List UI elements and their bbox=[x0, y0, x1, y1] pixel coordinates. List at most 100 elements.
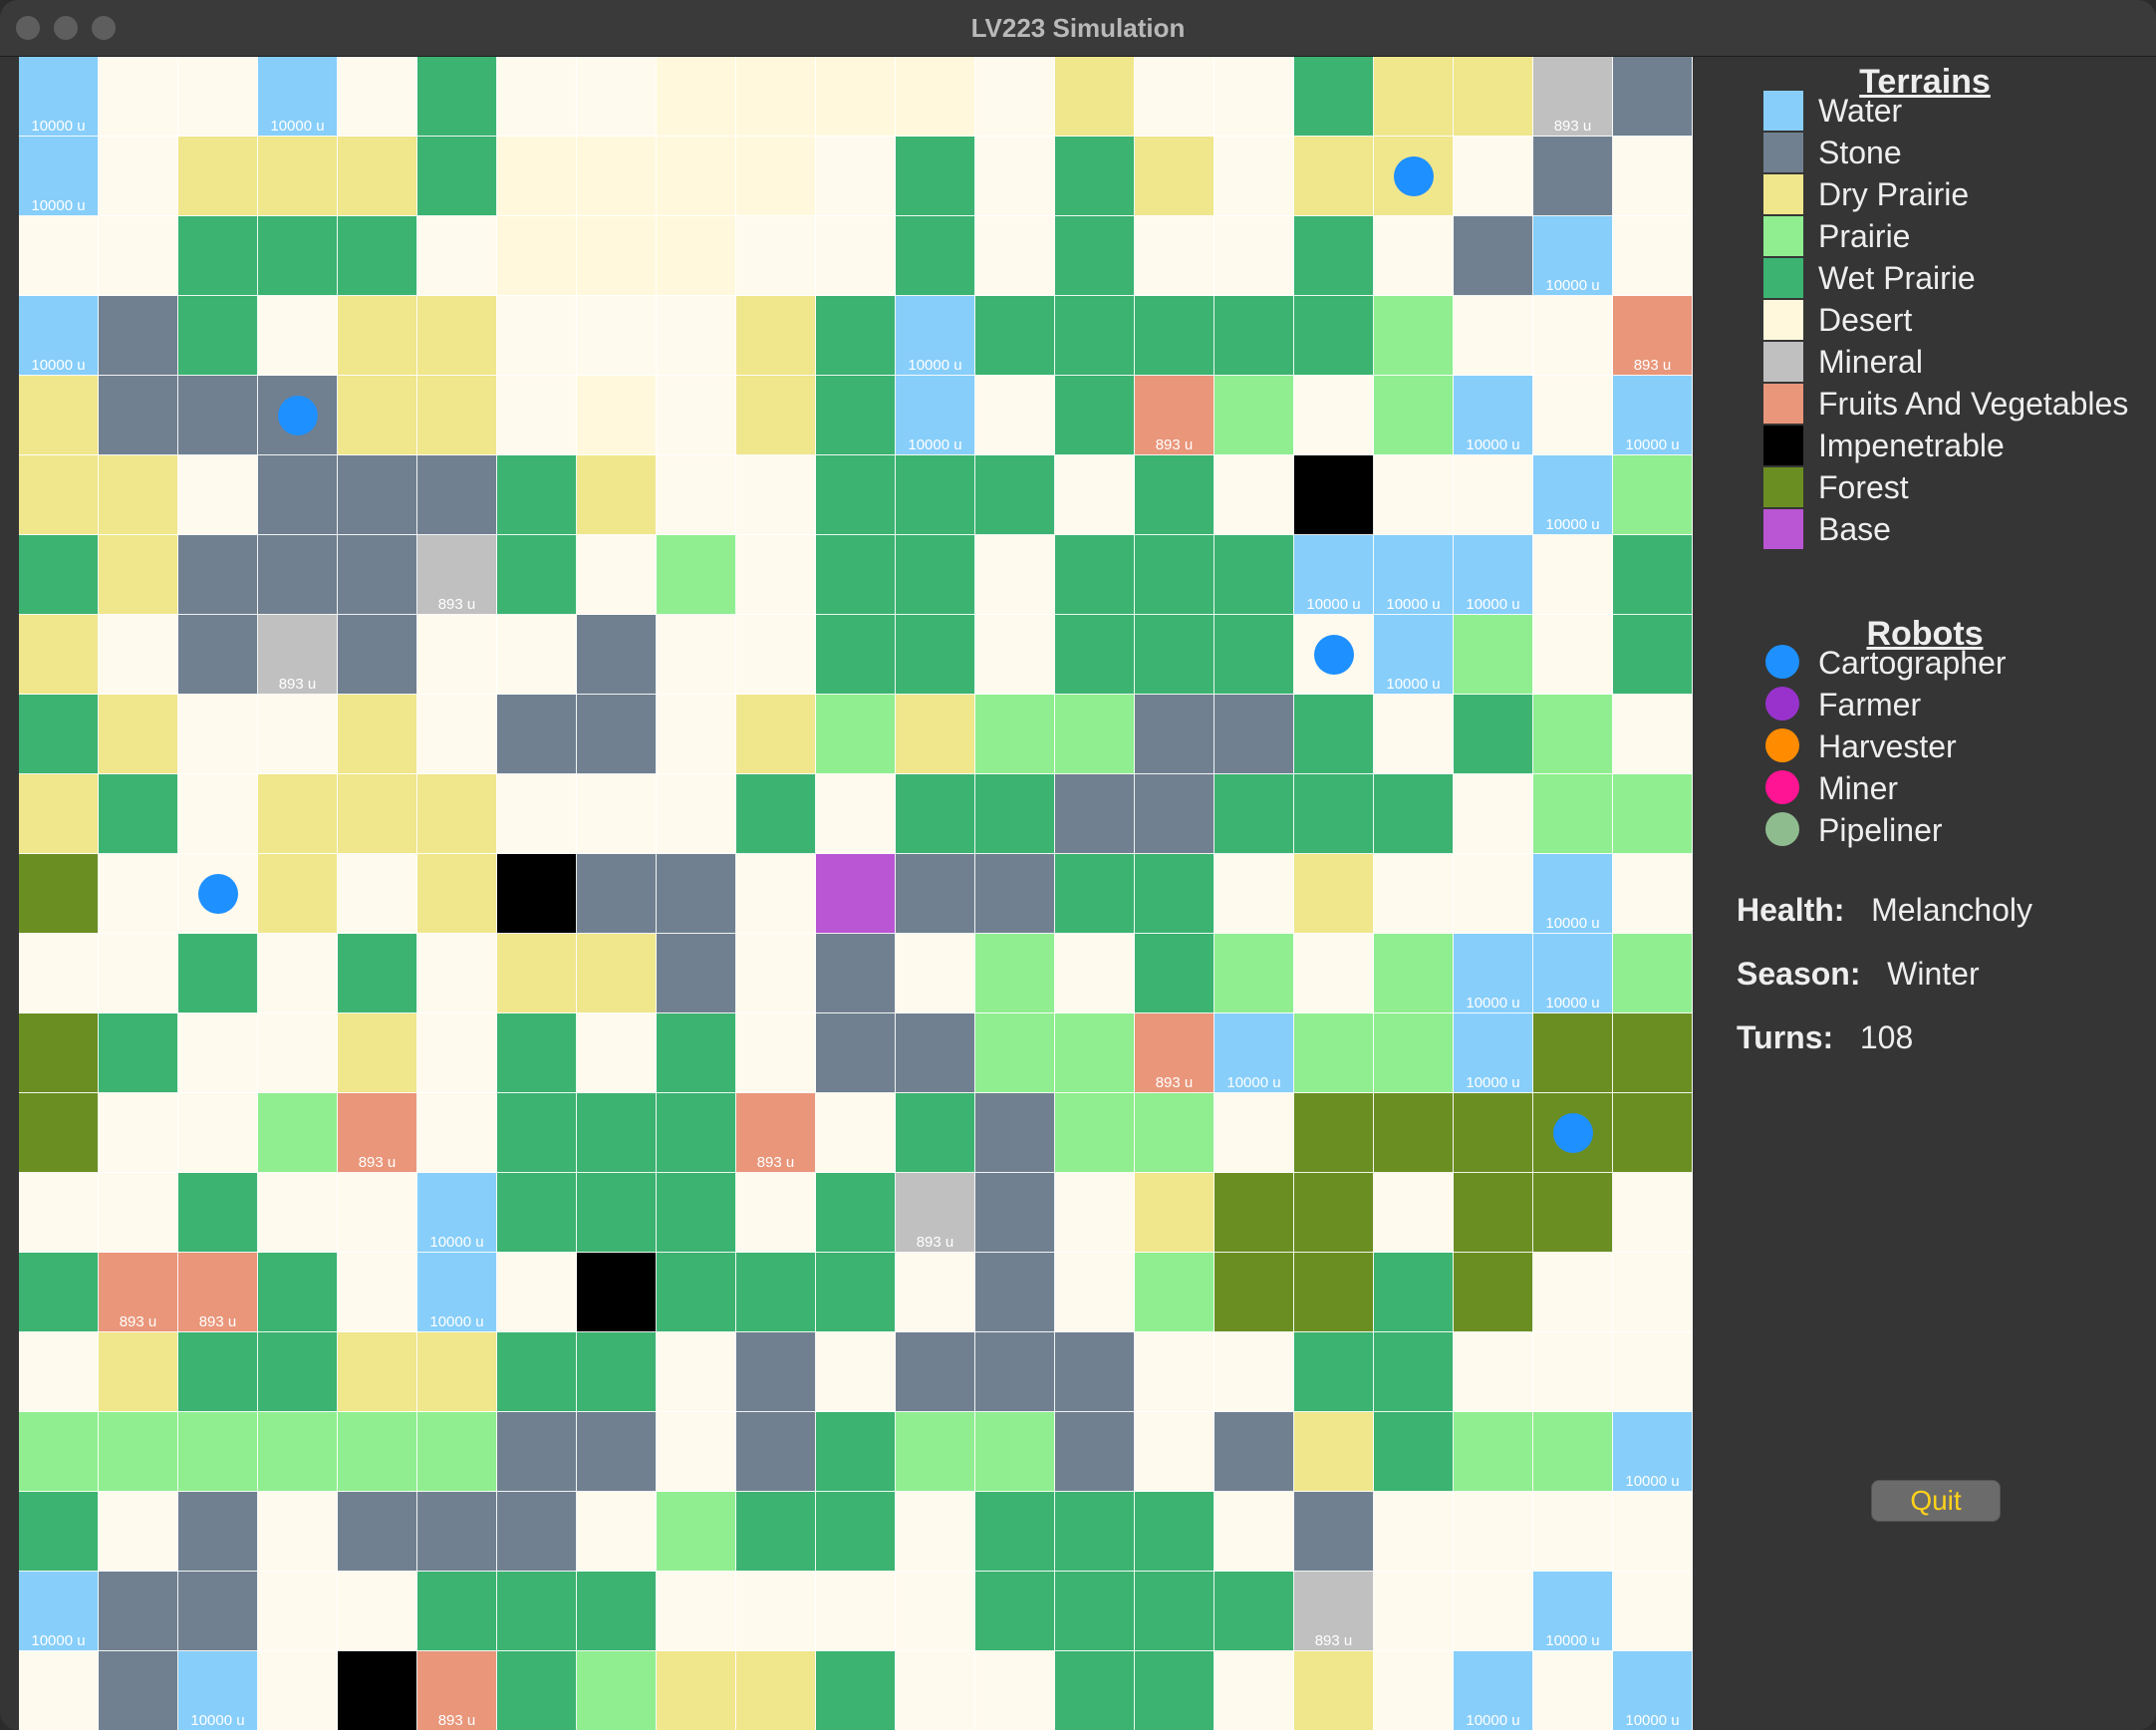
map-cell-stone[interactable] bbox=[1533, 137, 1613, 216]
map-cell-desert[interactable] bbox=[975, 615, 1055, 695]
map-cell-prairie[interactable] bbox=[1613, 774, 1693, 854]
map-cell-desert[interactable] bbox=[1135, 57, 1214, 137]
map-cell-desert[interactable] bbox=[497, 774, 577, 854]
map-cell-prairie[interactable] bbox=[99, 1412, 178, 1492]
map-cell-stone[interactable] bbox=[497, 695, 577, 774]
map-cell-desert[interactable] bbox=[1135, 1412, 1214, 1492]
map-cell-desert[interactable] bbox=[1533, 1253, 1613, 1332]
map-cell-sand[interactable] bbox=[657, 216, 736, 296]
map-cell-desert[interactable] bbox=[816, 1572, 896, 1651]
map-cell-dry-prairie[interactable] bbox=[1135, 1173, 1214, 1253]
map-cell-desert[interactable] bbox=[258, 1572, 338, 1651]
map-cell-dry-prairie[interactable] bbox=[338, 137, 417, 216]
map-cell-desert[interactable] bbox=[896, 1492, 975, 1572]
map-cell-wet-prairie[interactable] bbox=[896, 137, 975, 216]
map-cell-desert[interactable] bbox=[577, 1013, 657, 1093]
map-cell-wet-prairie[interactable] bbox=[1214, 615, 1294, 695]
map-cell-fruits[interactable]: 893 u bbox=[178, 1253, 258, 1332]
map-cell-dry-prairie[interactable] bbox=[19, 615, 99, 695]
map-cell-water[interactable]: 10000 u bbox=[1454, 376, 1533, 455]
map-cell-wet-prairie[interactable] bbox=[657, 1173, 736, 1253]
map-cell-stone[interactable] bbox=[975, 1332, 1055, 1412]
map-cell-dry-prairie[interactable] bbox=[417, 376, 497, 455]
map-cell-water[interactable]: 10000 u bbox=[1533, 1572, 1613, 1651]
map-cell-stone[interactable] bbox=[736, 1332, 816, 1412]
map-cell-desert[interactable] bbox=[736, 535, 816, 615]
map-cell-water[interactable]: 10000 u bbox=[178, 1651, 258, 1730]
map-cell-desert[interactable] bbox=[99, 934, 178, 1013]
map-cell-water[interactable]: 10000 u bbox=[19, 1572, 99, 1651]
map-cell-wet-prairie[interactable] bbox=[736, 1492, 816, 1572]
cartographer-robot-icon[interactable] bbox=[1314, 635, 1354, 675]
map-cell-fruits[interactable]: 893 u bbox=[1135, 1013, 1214, 1093]
map-cell-dry-prairie[interactable] bbox=[497, 934, 577, 1013]
map-cell-stone[interactable] bbox=[896, 1332, 975, 1412]
map-cell-desert[interactable] bbox=[258, 1013, 338, 1093]
map-cell-desert[interactable] bbox=[975, 137, 1055, 216]
map-cell-desert[interactable] bbox=[258, 296, 338, 376]
map-cell-stone[interactable] bbox=[577, 1412, 657, 1492]
map-cell-wet-prairie[interactable] bbox=[1135, 854, 1214, 934]
map-cell-dry-prairie[interactable] bbox=[258, 137, 338, 216]
map-cell-dry-prairie[interactable] bbox=[19, 774, 99, 854]
map-cell-desert[interactable] bbox=[1055, 934, 1135, 1013]
map-cell-prairie[interactable] bbox=[1055, 695, 1135, 774]
map-cell-wet-prairie[interactable] bbox=[417, 1572, 497, 1651]
map-cell-sand[interactable] bbox=[497, 216, 577, 296]
map-cell-dry-prairie[interactable] bbox=[338, 695, 417, 774]
map-cell-wet-prairie[interactable] bbox=[896, 774, 975, 854]
map-cell-water[interactable]: 10000 u bbox=[1454, 1651, 1533, 1730]
map-cell-dry-prairie[interactable] bbox=[1374, 57, 1454, 137]
map-cell-prairie[interactable] bbox=[1613, 455, 1693, 535]
map-cell-water[interactable]: 10000 u bbox=[19, 57, 99, 137]
map-cell-desert[interactable] bbox=[497, 615, 577, 695]
map-cell-desert[interactable] bbox=[816, 216, 896, 296]
map-cell-wet-prairie[interactable] bbox=[896, 1093, 975, 1173]
map-cell-water[interactable]: 10000 u bbox=[1533, 455, 1613, 535]
map-cell-stone[interactable] bbox=[178, 535, 258, 615]
map-cell-wet-prairie[interactable] bbox=[657, 1253, 736, 1332]
map-cell-stone[interactable] bbox=[657, 934, 736, 1013]
map-cell-desert[interactable] bbox=[1214, 1093, 1294, 1173]
map-cell-wet-prairie[interactable] bbox=[1135, 1651, 1214, 1730]
map-cell-desert[interactable] bbox=[99, 137, 178, 216]
map-cell-desert[interactable] bbox=[1613, 1492, 1693, 1572]
map-cell-prairie[interactable] bbox=[1374, 934, 1454, 1013]
map-cell-prairie[interactable] bbox=[975, 934, 1055, 1013]
map-cell-desert[interactable] bbox=[975, 376, 1055, 455]
map-cell-fruits[interactable]: 893 u bbox=[1135, 376, 1214, 455]
map-cell-desert[interactable] bbox=[896, 1651, 975, 1730]
map-cell-dry-prairie[interactable] bbox=[338, 774, 417, 854]
map-cell-dry-prairie[interactable] bbox=[577, 934, 657, 1013]
map-cell-prairie[interactable] bbox=[1294, 1013, 1374, 1093]
map-cell-wet-prairie[interactable] bbox=[258, 216, 338, 296]
map-cell-stone[interactable] bbox=[178, 615, 258, 695]
map-cell-stone[interactable] bbox=[577, 854, 657, 934]
map-cell-dry-prairie[interactable] bbox=[736, 1651, 816, 1730]
map-cell-desert[interactable] bbox=[975, 216, 1055, 296]
map-cell-desert[interactable] bbox=[497, 1253, 577, 1332]
map-cell-forest[interactable] bbox=[1294, 1093, 1374, 1173]
map-cell-stone[interactable] bbox=[816, 934, 896, 1013]
map-cell-desert[interactable] bbox=[577, 774, 657, 854]
map-cell-desert[interactable] bbox=[736, 615, 816, 695]
map-cell-desert[interactable] bbox=[99, 1173, 178, 1253]
map-cell-wet-prairie[interactable] bbox=[816, 376, 896, 455]
map-cell-forest[interactable] bbox=[1454, 1253, 1533, 1332]
map-cell-wet-prairie[interactable] bbox=[975, 1572, 1055, 1651]
map-cell-prairie[interactable] bbox=[657, 1492, 736, 1572]
map-cell-water[interactable]: 10000 u bbox=[1454, 1013, 1533, 1093]
map-cell-wet-prairie[interactable] bbox=[258, 1332, 338, 1412]
map-cell-forest[interactable] bbox=[19, 1013, 99, 1093]
map-cell-stone[interactable] bbox=[258, 535, 338, 615]
map-cell-desert[interactable] bbox=[657, 296, 736, 376]
map-cell-desert[interactable] bbox=[1613, 1173, 1693, 1253]
map-cell-prairie[interactable] bbox=[1533, 1412, 1613, 1492]
map-cell-wet-prairie[interactable] bbox=[896, 615, 975, 695]
map-cell-wet-prairie[interactable] bbox=[1374, 774, 1454, 854]
map-cell-stone[interactable] bbox=[338, 455, 417, 535]
map-cell-desert[interactable] bbox=[736, 216, 816, 296]
map-cell-prairie[interactable] bbox=[975, 1013, 1055, 1093]
map-cell-mineral[interactable]: 893 u bbox=[1533, 57, 1613, 137]
map-cell-water[interactable]: 10000 u bbox=[1374, 615, 1454, 695]
